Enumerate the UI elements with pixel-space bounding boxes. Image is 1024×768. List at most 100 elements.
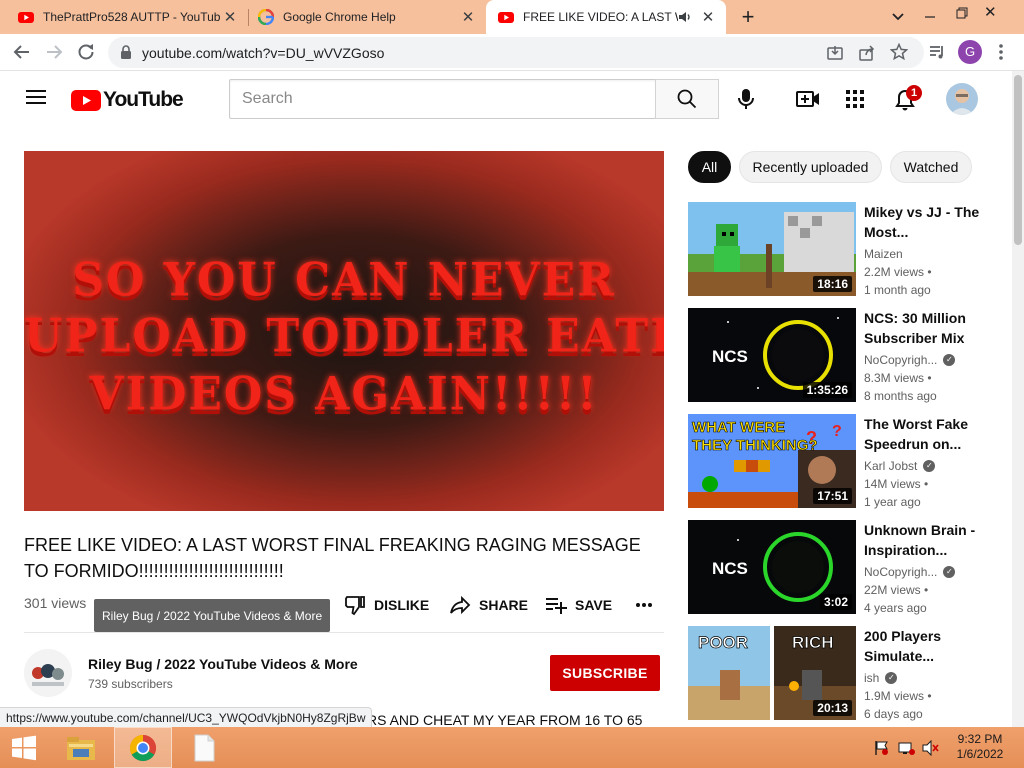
video-duration: 1:35:26 (802, 382, 852, 398)
related-video-title[interactable]: NCS: 30 Million Subscriber Mix (864, 308, 1004, 348)
video-player[interactable]: SO YOU CAN NEVER UPLOAD TODDLER EATER VI… (24, 151, 664, 511)
related-video-title[interactable]: Mikey vs JJ - The Most... (864, 202, 1004, 242)
scrollbar-thumb[interactable] (1014, 75, 1022, 245)
video-duration: 3:02 (819, 594, 852, 610)
share-button[interactable]: SHARE (449, 593, 528, 617)
profile-avatar[interactable]: G (958, 40, 982, 64)
thumbnail-caption-line: THEY THINKING? (692, 437, 818, 454)
install-app-icon[interactable] (826, 44, 844, 62)
voice-search-icon[interactable] (736, 87, 756, 111)
related-video[interactable]: NCS 1:35:26 NCS: 30 Million Subscriber M… (688, 308, 1008, 403)
new-tab-button[interactable]: + (736, 5, 760, 29)
divider (24, 632, 664, 633)
windows-taskbar: 9:32 PM 1/6/2022 (0, 727, 1024, 768)
minimize-window-icon[interactable] (918, 8, 942, 26)
tab-close-icon[interactable]: ✕ (220, 8, 240, 26)
notification-count-badge: 1 (906, 85, 922, 101)
search-input[interactable] (230, 80, 656, 118)
taskbar-chrome[interactable] (114, 727, 172, 768)
share-page-icon[interactable] (858, 44, 876, 62)
taskbar-document[interactable] (180, 727, 228, 768)
related-video-title[interactable]: Unknown Brain - Inspiration... (864, 520, 1004, 560)
related-video[interactable]: 18:16 Mikey vs JJ - The Most... Maizen 2… (688, 202, 1008, 297)
thumbnail-caption-rich: RICH (792, 633, 834, 652)
taskbar-file-explorer[interactable] (56, 727, 106, 768)
action-center-flag-icon[interactable] (874, 740, 890, 756)
more-actions-button[interactable] (634, 593, 654, 617)
lock-icon[interactable] (120, 45, 132, 59)
network-icon[interactable] (898, 740, 916, 756)
verified-check-icon: ✓ (923, 460, 936, 472)
tab-youtube-channel[interactable]: ThePrattPro528 AUTTP - YouTube ✕ (0, 0, 248, 34)
tab-close-icon[interactable]: ✕ (698, 8, 718, 26)
save-button[interactable]: SAVE (545, 593, 612, 617)
video-thumbnail[interactable]: POOR RICH 20:13 (688, 626, 856, 720)
channel-avatar[interactable] (24, 649, 72, 697)
address-bar[interactable]: youtube.com/watch?v=DU_wVVZGoso (108, 37, 924, 68)
related-video-title[interactable]: The Worst Fake Speedrun on... (864, 414, 1004, 454)
google-favicon-icon (258, 9, 274, 25)
page-scrollbar[interactable] (1012, 71, 1024, 727)
dislike-button[interactable]: DISLIKE (344, 593, 429, 617)
chip-all[interactable]: All (688, 151, 731, 183)
system-clock[interactable]: 9:32 PM 1/6/2022 (950, 732, 1010, 762)
media-controls-icon[interactable] (928, 43, 946, 61)
video-duration: 20:13 (813, 700, 852, 716)
tab-title: FREE LIKE VIDEO: A LAST WORST (523, 10, 678, 24)
tab-active-video[interactable]: FREE LIKE VIDEO: A LAST WORST ✕ (486, 0, 726, 34)
related-video-views: 14M views • (864, 477, 929, 491)
tab-search-chevron-icon[interactable] (888, 8, 908, 26)
related-video[interactable]: NCS 3:02 Unknown Brain - Inspiration... … (688, 520, 1008, 615)
related-video-channel[interactable]: ish ✓ (864, 671, 898, 685)
restore-window-icon[interactable] (951, 5, 973, 23)
video-thumbnail[interactable]: 18:16 (688, 202, 856, 296)
related-video[interactable]: POOR RICH 20:13 200 Players Simulate... … (688, 626, 1008, 721)
forward-arrow-icon[interactable] (44, 43, 64, 61)
back-arrow-icon[interactable] (12, 43, 32, 61)
close-window-icon[interactable]: ✕ (984, 3, 1006, 21)
search-button[interactable] (655, 79, 719, 119)
related-video-views: 22M views • (864, 583, 929, 597)
tab-chrome-help[interactable]: Google Chrome Help ✕ (240, 0, 486, 34)
video-thumbnail[interactable]: NCS 1:35:26 (688, 308, 856, 402)
youtube-logo[interactable]: YouTube (71, 88, 184, 112)
view-count: 301 views (24, 595, 87, 611)
related-video-channel[interactable]: Maizen (864, 247, 903, 261)
thumbnail-caption-poor: POOR (698, 633, 748, 652)
browser-tab-strip: ThePrattPro528 AUTTP - YouTube ✕ Google … (0, 0, 1024, 34)
related-video-channel[interactable]: NoCopyrigh... ✓ (864, 353, 956, 367)
channel-name-text: Maizen (864, 247, 903, 261)
video-thumbnail[interactable]: ? ? WHAT WERE THEY THINKING? 17:51 (688, 414, 856, 508)
video-overlay-text-line: UPLOAD TODDLER EATER (24, 309, 664, 364)
create-video-icon[interactable] (796, 89, 820, 109)
ncs-logo-text: NCS (712, 559, 748, 578)
thumbnail-caption-line: WHAT WERE (692, 419, 785, 436)
video-thumbnail[interactable]: NCS 3:02 (688, 520, 856, 614)
user-avatar[interactable] (946, 83, 978, 115)
volume-muted-icon[interactable] (922, 740, 940, 756)
tab-close-icon[interactable]: ✕ (458, 8, 478, 26)
audio-playing-icon[interactable] (678, 10, 694, 24)
related-video[interactable]: ? ? WHAT WERE THEY THINKING? 17:51 The W… (688, 414, 1008, 509)
chrome-menu-icon[interactable] (996, 42, 1006, 62)
related-video-channel[interactable]: Karl Jobst ✓ (864, 459, 936, 473)
share-arrow-icon (450, 595, 471, 615)
verified-check-icon: ✓ (885, 672, 898, 684)
chip-recently-uploaded[interactable]: Recently uploaded (739, 151, 882, 183)
subscribe-button[interactable]: SUBSCRIBE (550, 655, 660, 691)
reload-icon[interactable] (76, 42, 96, 62)
channel-tooltip: Riley Bug / 2022 YouTube Videos & More (94, 599, 331, 632)
apps-grid-icon[interactable] (846, 90, 864, 108)
search-box[interactable] (229, 79, 656, 119)
related-video-age: 4 years ago (864, 601, 927, 615)
related-video-channel[interactable]: NoCopyrigh... ✓ (864, 565, 956, 579)
related-video-title[interactable]: 200 Players Simulate... (864, 626, 1004, 666)
chip-watched[interactable]: Watched (890, 151, 972, 183)
start-button[interactable] (0, 727, 48, 768)
hamburger-menu-icon[interactable] (26, 89, 46, 105)
video-title: FREE LIKE VIDEO: A LAST WORST FINAL FREA… (24, 535, 641, 581)
channel-name[interactable]: Riley Bug / 2022 YouTube Videos & More (88, 656, 358, 672)
folder-icon (67, 736, 95, 760)
youtube-header: YouTube 1 (0, 71, 1024, 127)
bookmark-star-icon[interactable] (890, 43, 908, 61)
